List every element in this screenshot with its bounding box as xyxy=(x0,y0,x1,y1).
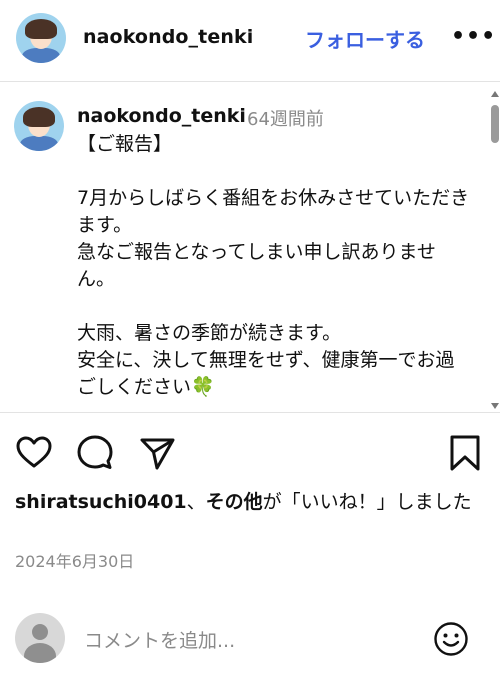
likes-separator: 、 xyxy=(186,491,206,513)
post-date: 2024年6月30日 xyxy=(15,552,135,571)
more-options-icon[interactable]: ••• xyxy=(451,24,496,49)
scroll-down-arrow-icon[interactable] xyxy=(491,403,499,409)
caption-username[interactable]: naokondo_tenki xyxy=(77,105,246,127)
likes-others-link[interactable]: その他 xyxy=(206,491,263,513)
caption-scrollbar[interactable] xyxy=(490,91,500,409)
scroll-up-arrow-icon[interactable] xyxy=(491,91,499,97)
comment-input[interactable]: コメントを追加... xyxy=(84,626,235,653)
author-username[interactable]: naokondo_tenki xyxy=(83,26,253,48)
post-header: naokondo_tenki フォローする ••• xyxy=(0,0,500,82)
comment-icon[interactable] xyxy=(75,433,115,473)
caption-timestamp: 64週間前 xyxy=(247,109,324,130)
current-user-avatar xyxy=(15,613,65,663)
action-bar xyxy=(0,433,500,483)
caption-avatar[interactable] xyxy=(14,101,64,151)
caption-panel: naokondo_tenki 64週間前 【ご報告】 7月からしばらく番組をお休… xyxy=(0,83,500,413)
scroll-thumb[interactable] xyxy=(491,105,499,143)
author-avatar[interactable] xyxy=(16,13,66,63)
liker-username[interactable]: shiratsuchi0401 xyxy=(15,491,187,513)
emoji-icon[interactable] xyxy=(433,621,469,657)
heart-icon[interactable] xyxy=(14,433,54,473)
follow-button[interactable]: フォローする xyxy=(305,24,425,53)
caption-text: 【ご報告】 7月からしばらく番組をお休みさせていただきます。 急なご報告となって… xyxy=(77,133,470,398)
bookmark-icon[interactable] xyxy=(445,433,485,473)
likes-suffix: が「いいね！」しました xyxy=(262,491,472,513)
comment-bar: コメントを追加... xyxy=(0,610,500,670)
likes-summary: shiratsuchi0401、その他が「いいね！」しました xyxy=(15,488,485,516)
share-icon[interactable] xyxy=(137,433,177,473)
